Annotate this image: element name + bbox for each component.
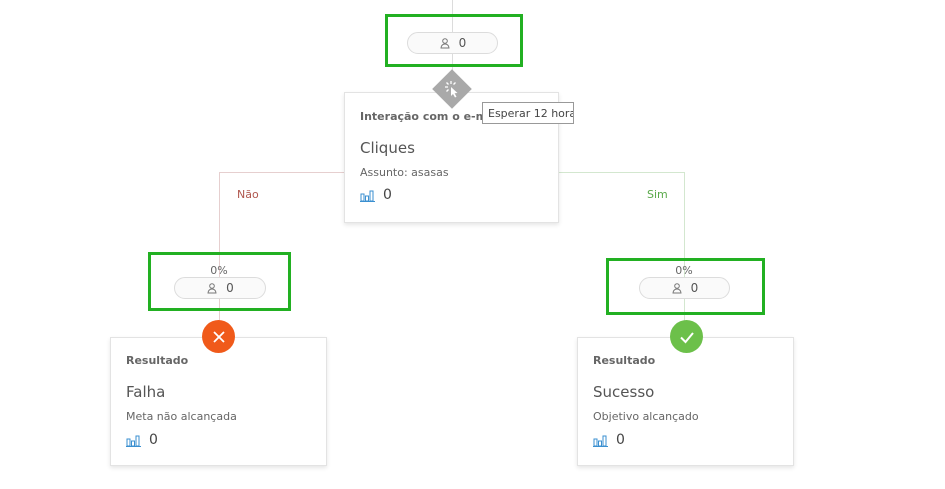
- no-percent: 0%: [210, 264, 228, 277]
- result-success-header: Resultado: [593, 354, 656, 367]
- result-success-card[interactable]: Resultado Sucesso Objetivo alcançado 0: [577, 337, 794, 466]
- result-fail-stats[interactable]: 0: [126, 432, 158, 448]
- interaction-card-stats[interactable]: 0: [360, 187, 392, 203]
- branch-label-yes: Sim: [647, 188, 668, 201]
- check-icon: [679, 331, 694, 343]
- result-success-title: Sucesso: [593, 383, 655, 401]
- yes-count-value: 0: [690, 281, 699, 295]
- bar-chart-icon: [360, 190, 375, 202]
- result-success-subtitle: Objetivo alcançado: [593, 410, 699, 423]
- interaction-card-header: Interação com o e-mail: [360, 110, 503, 123]
- interaction-card-stat-value: 0: [383, 187, 392, 203]
- interaction-card-subject: Assunto: asasas: [360, 166, 449, 179]
- result-fail-stat-value: 0: [149, 432, 158, 448]
- result-success-stats[interactable]: 0: [593, 432, 625, 448]
- result-fail-header: Resultado: [126, 354, 189, 367]
- person-icon: [440, 38, 450, 49]
- result-fail-subtitle: Meta não alcançada: [126, 410, 237, 423]
- connector-yes-horizontal: [559, 172, 684, 173]
- connector-no-horizontal: [219, 172, 344, 173]
- result-success-stat-value: 0: [616, 432, 625, 448]
- wait-tooltip: Esperar 12 horas: [482, 102, 574, 124]
- no-count-value: 0: [226, 281, 234, 295]
- person-icon: [672, 283, 682, 294]
- result-fail-title: Falha: [126, 383, 166, 401]
- interaction-card-title: Cliques: [360, 139, 415, 157]
- yes-count-pill[interactable]: 0: [639, 277, 730, 299]
- top-count-value: 0: [458, 36, 467, 50]
- close-icon: [212, 330, 225, 343]
- fail-status[interactable]: [202, 320, 235, 353]
- success-status[interactable]: [670, 320, 703, 353]
- yes-percent: 0%: [675, 264, 693, 277]
- result-fail-card[interactable]: Resultado Falha Meta não alcançada 0: [110, 337, 327, 466]
- top-count-pill[interactable]: 0: [407, 32, 498, 54]
- bar-chart-icon: [126, 435, 141, 447]
- no-count-pill[interactable]: 0: [174, 277, 266, 299]
- branch-label-no: Não: [237, 188, 259, 201]
- person-icon: [207, 283, 217, 294]
- bar-chart-icon: [593, 435, 608, 447]
- pointer-click-icon: [445, 81, 458, 98]
